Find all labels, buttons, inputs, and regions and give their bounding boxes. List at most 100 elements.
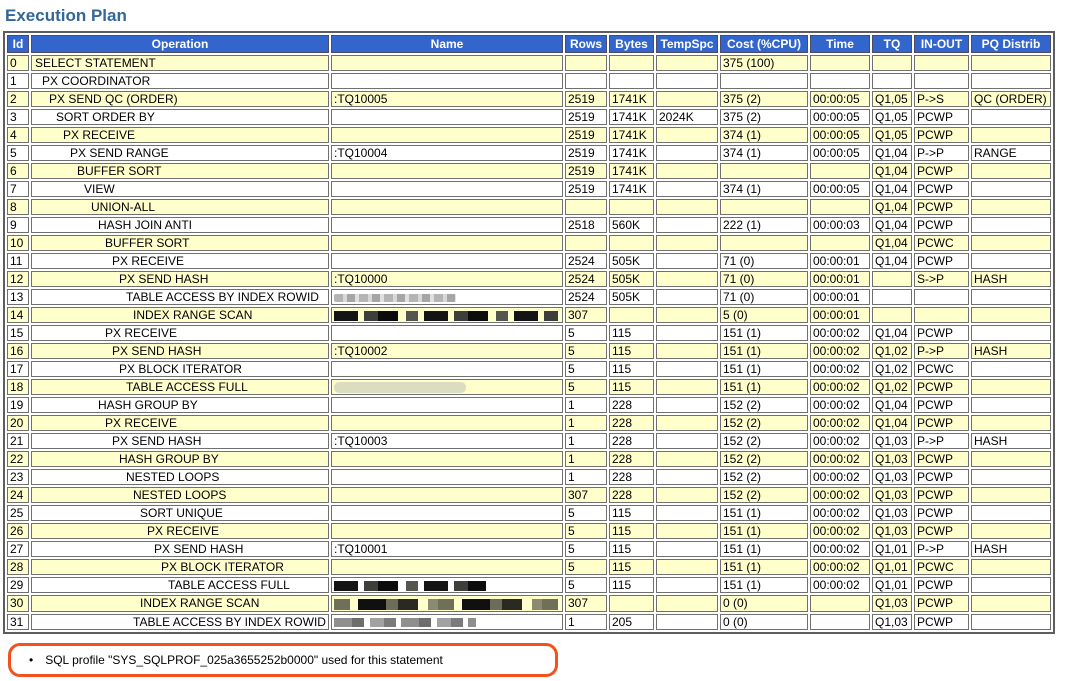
cell-id: 9 [7,217,29,233]
cell-name [331,217,563,233]
cell-tq: Q1,05 [872,109,912,125]
cell-time: 00:00:02 [810,343,870,359]
cell-name [331,307,563,323]
cell-bytes [609,235,654,251]
cell-tq: Q1,03 [872,523,912,540]
cell-pq-distrib [971,307,1051,323]
cell-tempspc [656,541,718,558]
cell-tq: Q1,04 [872,397,912,414]
cell-bytes [609,55,654,71]
cell-operation: NESTED LOOPS [31,469,329,486]
cell-tq: Q1,03 [872,433,912,450]
cell-time: 00:00:03 [810,217,870,233]
table-row: 6 BUFFER SORT 2519 1741K Q1,04 PCWP [7,163,1051,179]
cell-tq [872,271,912,287]
cell-time: 00:00:05 [810,91,870,107]
cell-rows [565,235,607,251]
table-row: 29 TABLE ACCESS FULL 5 115 151 (1) 00:00:02 Q1… [7,577,1051,594]
cell-id: 16 [7,343,29,359]
cell-rows: 2524 [565,289,607,305]
cell-tempspc [656,235,718,251]
cell-pq-distrib: HASH [971,541,1051,558]
cell-tq: Q1,04 [872,181,912,197]
cell-bytes: 228 [609,487,654,504]
cell-time: 00:00:02 [810,523,870,540]
cell-pq-distrib [971,199,1051,215]
cell-pq-distrib: HASH [971,271,1051,287]
cell-id: 3 [7,109,29,125]
cell-tempspc [656,73,718,89]
cell-cost: 151 (1) [720,361,808,377]
cell-tq: Q1,04 [872,145,912,161]
cell-rows: 307 [565,595,607,612]
cell-in-out: PCWP [914,397,969,414]
cell-bytes: 115 [609,577,654,594]
cell-operation: SORT UNIQUE [31,505,329,522]
table-row: 12 PX SEND HASH:TQ10000 2524 505K 71 (0) 00:0… [7,271,1051,287]
cell-name: :TQ10000 [331,271,563,287]
cell-time: 00:00:02 [810,379,870,396]
cell-id: 13 [7,289,29,305]
table-row: 24 NESTED LOOPS 307 228 152 (2) 00:00:02 Q1,03… [7,487,1051,504]
table-row: 3 SORT ORDER BY 2519 1741K 2024K 375 (2) 00:00… [7,109,1051,125]
cell-cost: 375 (2) [720,91,808,107]
cell-name: :TQ10001 [331,541,563,558]
cell-tq: Q1,03 [872,595,912,612]
cell-in-out: PCWP [914,379,969,396]
cell-id: 5 [7,145,29,161]
cell-tempspc [656,397,718,414]
cell-id: 1 [7,73,29,89]
plan-table-body: 0 SELECT STATEMENT 375 (100) 1 PX COORDINATO… [7,55,1051,630]
cell-name [331,577,563,594]
cell-operation: PX SEND HASH [31,343,329,359]
cell-id: 6 [7,163,29,179]
cell-pq-distrib [971,595,1051,612]
cell-time [810,55,870,71]
cell-id: 10 [7,235,29,251]
cell-cost: 152 (2) [720,451,808,468]
cell-tempspc [656,487,718,504]
cell-name [331,325,563,341]
note-bullet-icon: • [29,652,34,667]
cell-tq: Q1,04 [872,217,912,233]
execution-plan-table: Id Operation Name Rows Bytes TempSpc Cost (%CP… [3,31,1055,634]
cell-bytes: 228 [609,433,654,450]
cell-tempspc [656,415,718,432]
table-row: 28 PX BLOCK ITERATOR 5 115 151 (1) 00:00:02 Q1… [7,559,1051,576]
cell-operation: PX SEND QC (ORDER) [31,91,329,107]
cell-name [331,109,563,125]
name-redaction [334,581,486,592]
cell-rows: 307 [565,307,607,323]
cell-pq-distrib: RANGE [971,145,1051,161]
cell-time: 00:00:02 [810,451,870,468]
cell-operation: BUFFER SORT [31,235,329,251]
cell-in-out: P->P [914,541,969,558]
cell-cost: 0 (0) [720,613,808,630]
cell-cost: 374 (1) [720,181,808,197]
cell-cost: 151 (1) [720,559,808,576]
cell-time: 00:00:02 [810,577,870,594]
cell-tempspc [656,253,718,269]
cell-tempspc [656,163,718,179]
cell-rows [565,199,607,215]
cell-pq-distrib [971,289,1051,305]
cell-in-out: PCWP [914,487,969,504]
table-row: 14 INDEX RANGE SCAN 307 5 (0) 00:00:01 [7,307,1051,323]
cell-name [331,379,563,396]
column-header-rows: Rows [565,35,607,53]
cell-id: 23 [7,469,29,486]
cell-cost [720,163,808,179]
cell-in-out: P->P [914,343,969,359]
cell-cost: 71 (0) [720,289,808,305]
cell-tq: Q1,02 [872,379,912,396]
cell-tq: Q1,04 [872,415,912,432]
cell-operation: UNION-ALL [31,199,329,215]
cell-time [810,613,870,630]
table-row: 15 PX RECEIVE 5 115 151 (1) 00:00:02 Q1,04 PCWP [7,325,1051,341]
table-row: 19 HASH GROUP BY 1 228 152 (2) 00:00:02 Q1,04 P… [7,397,1051,414]
cell-cost: 152 (2) [720,487,808,504]
cell-operation: TABLE ACCESS BY INDEX ROWID [31,289,329,305]
cell-id: 15 [7,325,29,341]
cell-pq-distrib [971,523,1051,540]
cell-tempspc: 2024K [656,109,718,125]
